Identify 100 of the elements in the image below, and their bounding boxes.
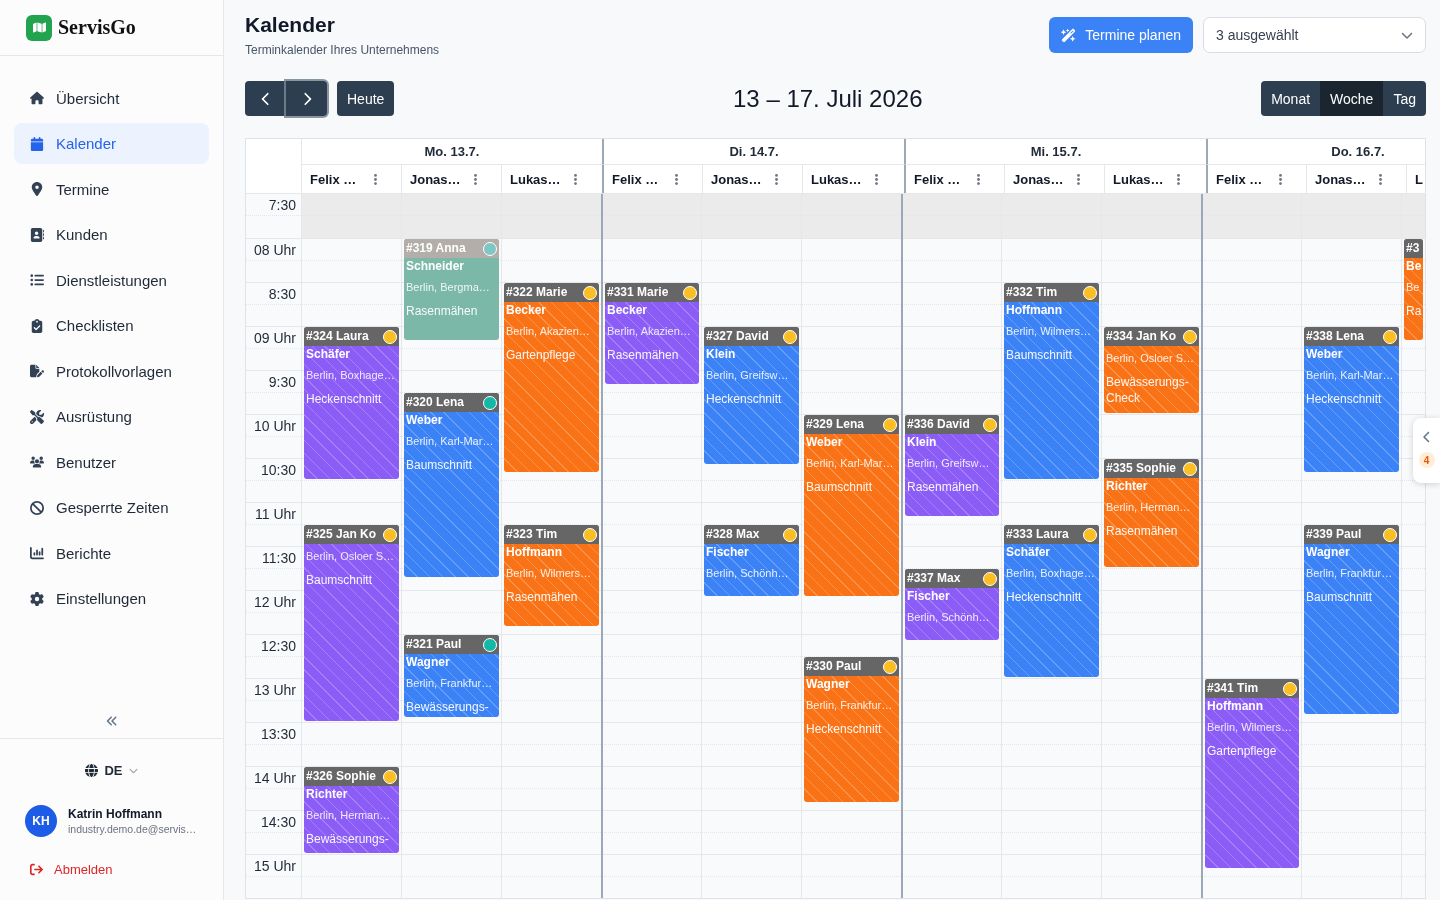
- event-title: #320 Lena: [406, 394, 465, 411]
- collapse-sidebar-icon[interactable]: [105, 715, 118, 727]
- nav-item[interactable]: Einstellungen: [14, 578, 209, 619]
- calendar-event[interactable]: #333 Laura Schäfer Berlin, Boxhage… Heckenschnitt: [1004, 525, 1099, 677]
- calendar-event[interactable]: #337 Max Fischer Berlin, Schönh…: [905, 569, 999, 641]
- event-customer-name: Richter: [306, 786, 348, 803]
- view-tab[interactable]: Monat: [1261, 81, 1321, 116]
- staff-name: Jonas…: [410, 171, 461, 187]
- page-title: Kalender: [245, 13, 335, 37]
- nav-item[interactable]: Protokollvorlagen: [14, 350, 209, 392]
- time-label: 12:30: [259, 637, 297, 656]
- event-title: #325 Jan Ko: [306, 526, 377, 543]
- event-service: Bewässerungs-Check: [1106, 374, 1190, 406]
- time-label: 15 Uhr: [252, 857, 297, 876]
- next-button[interactable]: [286, 81, 327, 116]
- address-book-icon: [30, 227, 44, 242]
- nav-item[interactable]: Kalender: [14, 123, 209, 164]
- calendar-event[interactable]: #334 Jan Ko Berlin, Osloer S… Bewässerungs-Check: [1104, 327, 1199, 413]
- calendar-event[interactable]: #328 Max Fischer Berlin, Schönh…: [704, 525, 799, 597]
- plan-appointments-button[interactable]: Termine planen: [1049, 17, 1193, 53]
- calendar-event[interactable]: #339 Paul Wagner Berlin, Frankfur… Baumschnitt: [1304, 525, 1399, 714]
- event-customer-name: Richter: [1106, 478, 1148, 495]
- event-service: Baumschnitt: [406, 457, 473, 473]
- calendar-event[interactable]: #338 Lena Weber Berlin, Karl-Mar… Heckenschnitt: [1304, 327, 1399, 472]
- side-panel-tab[interactable]: 4: [1413, 418, 1440, 483]
- nav-item[interactable]: Gesperrte Zeiten: [14, 487, 209, 528]
- calendar-event[interactable]: #330 Paul Wagner Berlin, Frankfur… Heckenschnitt: [804, 657, 899, 802]
- calendar-event[interactable]: #321 Paul Wagner Berlin, Frankfur… Bewässerungs-: [404, 635, 499, 717]
- time-label: 14 Uhr: [252, 769, 297, 788]
- event-customer-name: Klein: [706, 346, 736, 363]
- event-service: Heckenschnitt: [706, 391, 782, 407]
- event-title: #339 Paul: [1306, 526, 1362, 543]
- logout-link[interactable]: Abmelden: [28, 860, 115, 878]
- users-icon: [30, 455, 44, 469]
- event-address: Berlin, Frankfur…: [406, 676, 493, 691]
- event-service: Baumschnitt: [306, 572, 373, 588]
- calendar-event[interactable]: #331 Marie Becker Berlin, Akazien… Rasenmähen: [605, 283, 699, 384]
- event-address: Berlin, Schönh…: [706, 566, 789, 581]
- event-customer-name: Schäfer: [1006, 544, 1051, 561]
- event-service: Bewässerungs-: [406, 699, 489, 715]
- previous-button[interactable]: [245, 81, 286, 116]
- event-title: #3: [1406, 240, 1420, 257]
- event-service: Baumschnitt: [1306, 589, 1373, 605]
- event-title: #334 Jan Ko: [1106, 328, 1177, 345]
- language-select[interactable]: DE: [81, 760, 142, 780]
- calendar-event[interactable]: #324 Laura Schäfer Berlin, Boxhage… Heckenschnitt: [304, 327, 399, 479]
- calendar-event[interactable]: #327 David Klein Berlin, Greifsw… Heckenschnitt: [704, 327, 799, 465]
- calendar-event[interactable]: #335 Sophie Richter Berlin, Herman… Rasenmähen: [1104, 459, 1199, 567]
- calendar-event[interactable]: #325 Jan Ko Berlin, Osloer S… Baumschnitt: [304, 525, 399, 721]
- logo-icon: [26, 14, 52, 41]
- event-service: Gartenpflege: [1207, 743, 1277, 759]
- calendar-event[interactable]: #320 Lena Weber Berlin, Karl-Mar… Baumschnitt: [404, 393, 499, 578]
- time-label: 7:30: [267, 196, 297, 215]
- time-label: 13:30: [259, 725, 297, 744]
- calendar-event[interactable]: #322 Marie Becker Berlin, Akazien… Gartenpflege: [504, 283, 599, 472]
- event-title: #336 David: [907, 416, 970, 433]
- event-service: Heckenschnitt: [1306, 391, 1382, 407]
- event-customer-name: Be: [1406, 258, 1422, 275]
- calendar-event[interactable]: #341 Tim Hoffmann Berlin, Wilmers… Gartenpflege: [1205, 679, 1299, 868]
- nav-item[interactable]: Termine: [14, 168, 209, 210]
- event-service: Rasenmähen: [506, 589, 578, 605]
- today-button[interactable]: Heute: [337, 81, 395, 116]
- event-address: Berlin, Frankfur…: [806, 698, 893, 713]
- clipboard-check-icon: [30, 318, 44, 333]
- view-tab[interactable]: Woche: [1320, 81, 1384, 116]
- nav-item[interactable]: Kunden: [14, 214, 209, 255]
- event-address: Berlin, Herman…: [1106, 500, 1191, 515]
- event-service: Heckenschnitt: [806, 721, 882, 737]
- event-address: Berlin, Karl-Mar…: [406, 434, 494, 449]
- time-label: 09 Uhr: [252, 329, 297, 348]
- nav-item[interactable]: Benutzer: [14, 441, 209, 483]
- nav-item[interactable]: Berichte: [14, 532, 209, 574]
- nav-item[interactable]: Dienstleistungen: [14, 259, 209, 301]
- filter-select[interactable]: 3 ausgewählt: [1203, 17, 1426, 53]
- calendar-event[interactable]: #323 Tim Hoffmann Berlin, Wilmers… Rasenmähen: [504, 525, 599, 626]
- time-label: 11:30: [261, 549, 297, 568]
- globe-icon: [85, 763, 99, 777]
- file-pen-icon: [30, 364, 44, 378]
- event-title: #326 Sophie: [306, 768, 377, 785]
- event-address: Berlin, Greifsw…: [706, 368, 789, 383]
- calendar-event[interactable]: #332 Tim Hoffmann Berlin, Wilmers… Baumschnitt: [1004, 283, 1099, 479]
- nav-item[interactable]: Übersicht: [14, 77, 209, 119]
- event-service: Baumschnitt: [1006, 347, 1073, 363]
- event-title: #323 Tim: [506, 526, 558, 543]
- calendar-event[interactable]: #326 Sophie Richter Berlin, Herman… Bewässerungs-: [304, 767, 399, 853]
- staff-name: Lukas…: [1113, 171, 1164, 187]
- calendar-event[interactable]: #329 Lena Weber Berlin, Karl-Mar… Baumschnitt: [804, 415, 899, 597]
- calendar-event[interactable]: #336 David Klein Berlin, Greifsw… Rasenmähen: [905, 415, 999, 516]
- time-label: 13 Uhr: [252, 681, 297, 700]
- logout-icon: [30, 862, 43, 876]
- user-name: Katrin Hoffmann: [68, 807, 162, 821]
- view-tab[interactable]: Tag: [1383, 81, 1426, 116]
- event-title: #330 Paul: [806, 658, 862, 675]
- magic-wand-icon: [1061, 27, 1077, 43]
- nav-item[interactable]: Checklisten: [14, 305, 209, 346]
- day-header: Mo. 13.7.: [424, 144, 480, 159]
- time-label: 9:30: [267, 373, 297, 392]
- nav-item[interactable]: Ausrüstung: [14, 396, 209, 437]
- calendar-event[interactable]: #3 Be Be Ra: [1404, 239, 1423, 340]
- event-service: Baumschnitt: [806, 479, 873, 495]
